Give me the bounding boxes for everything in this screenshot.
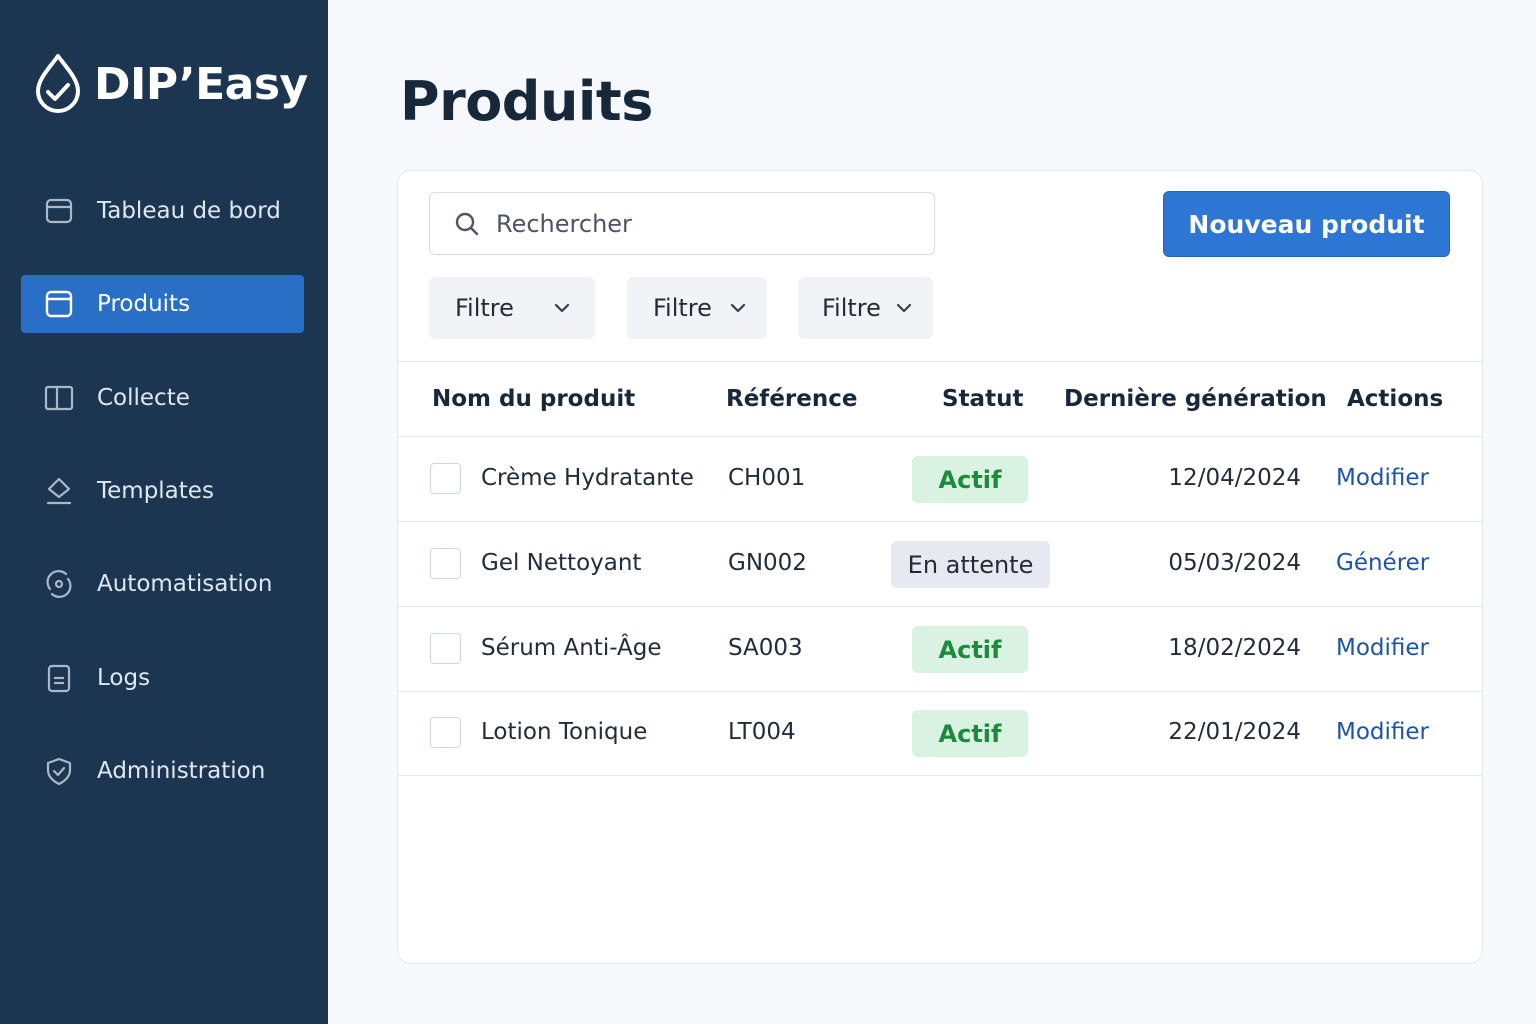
search-box[interactable]: [429, 192, 935, 255]
sidebar-item-administration[interactable]: Administration: [21, 742, 304, 800]
modify-link[interactable]: Modifier: [1336, 635, 1429, 661]
column-header-status[interactable]: Statut: [942, 386, 1023, 412]
row-checkbox[interactable]: [430, 463, 461, 494]
filter-dropdown-2[interactable]: Filtre: [627, 277, 767, 339]
product-name: Sérum Anti-Âge: [481, 635, 662, 661]
row-checkbox[interactable]: [430, 548, 461, 579]
table-row: Crème Hydratante CH001 Actif 12/04/2024 …: [398, 437, 1482, 522]
status-badge: Actif: [912, 710, 1028, 757]
filter-label: Filtre: [822, 294, 881, 322]
page-title: Produits: [400, 70, 653, 133]
products-card: Nouveau produit Filtre Filtre Filtre Nom…: [397, 170, 1483, 964]
sidebar-item-logs[interactable]: Logs: [21, 649, 304, 707]
chevron-down-icon: [553, 299, 571, 317]
last-generation-date: 12/04/2024: [1168, 465, 1301, 491]
row-checkbox[interactable]: [430, 717, 461, 748]
shield-icon: [43, 755, 75, 787]
products-icon: [43, 288, 75, 320]
sidebar-item-dashboard[interactable]: Tableau de bord: [21, 182, 304, 240]
sidebar-item-label: Automatisation: [97, 571, 273, 597]
last-generation-date: 18/02/2024: [1168, 635, 1301, 661]
modify-link[interactable]: Modifier: [1336, 719, 1429, 745]
product-name: Lotion Tonique: [481, 719, 648, 745]
table-row: Sérum Anti-Âge SA003 Actif 18/02/2024 Mo…: [398, 607, 1482, 692]
filter-dropdown-1[interactable]: Filtre: [429, 277, 595, 339]
sidebar-item-label: Collecte: [97, 385, 190, 411]
product-reference: CH001: [728, 465, 806, 491]
search-input[interactable]: [496, 209, 916, 238]
brand-name: DIP’Easy: [94, 58, 308, 110]
chevron-down-icon: [729, 299, 747, 317]
table-row: Gel Nettoyant GN002 En attente 05/03/202…: [398, 522, 1482, 607]
sidebar-item-products[interactable]: Produits: [21, 275, 304, 333]
product-name: Crème Hydratante: [481, 465, 694, 491]
column-header-actions: Actions: [1347, 386, 1444, 412]
logs-icon: [43, 662, 75, 694]
sidebar-item-templates[interactable]: Templates: [21, 462, 304, 520]
automation-icon: [43, 568, 75, 600]
filter-label: Filtre: [455, 294, 514, 322]
generate-link[interactable]: Générer: [1336, 550, 1429, 576]
status-badge: En attente: [891, 541, 1050, 588]
last-generation-date: 05/03/2024: [1168, 550, 1301, 576]
last-generation-date: 22/01/2024: [1168, 719, 1301, 745]
sidebar-item-automation[interactable]: Automatisation: [21, 555, 304, 613]
new-product-button[interactable]: Nouveau produit: [1163, 191, 1450, 257]
book-icon: [43, 382, 75, 414]
chevron-down-icon: [895, 299, 913, 317]
column-header-reference[interactable]: Référence: [726, 386, 857, 412]
drop-check-logo-icon: [36, 54, 80, 113]
status-badge: Actif: [912, 626, 1028, 673]
sidebar-item-label: Produits: [97, 291, 191, 317]
search-icon: [454, 211, 480, 237]
sidebar-item-collecte[interactable]: Collecte: [21, 369, 304, 427]
filter-dropdown-3[interactable]: Filtre: [798, 277, 933, 339]
product-reference: GN002: [728, 550, 807, 576]
product-name: Gel Nettoyant: [481, 550, 642, 576]
table-row: Lotion Tonique LT004 Actif 22/01/2024 Mo…: [398, 691, 1482, 776]
sidebar-item-label: Logs: [97, 665, 151, 691]
sidebar: DIP’Easy Tableau de bord Produits Collec…: [0, 0, 328, 1024]
product-reference: LT004: [728, 719, 796, 745]
modify-link[interactable]: Modifier: [1336, 465, 1429, 491]
template-icon: [43, 475, 75, 507]
column-header-name[interactable]: Nom du produit: [432, 386, 635, 412]
table-header: Nom du produit Référence Statut Dernière…: [398, 361, 1482, 437]
dashboard-icon: [43, 195, 75, 227]
brand[interactable]: DIP’Easy: [34, 52, 308, 116]
status-badge: Actif: [912, 456, 1028, 503]
row-checkbox[interactable]: [430, 633, 461, 664]
sidebar-item-label: Administration: [97, 758, 266, 784]
product-reference: SA003: [728, 635, 803, 661]
column-header-last-generation[interactable]: Dernière génération: [1064, 386, 1327, 412]
sidebar-item-label: Tableau de bord: [97, 198, 281, 224]
filter-label: Filtre: [653, 294, 712, 322]
sidebar-item-label: Templates: [97, 478, 214, 504]
